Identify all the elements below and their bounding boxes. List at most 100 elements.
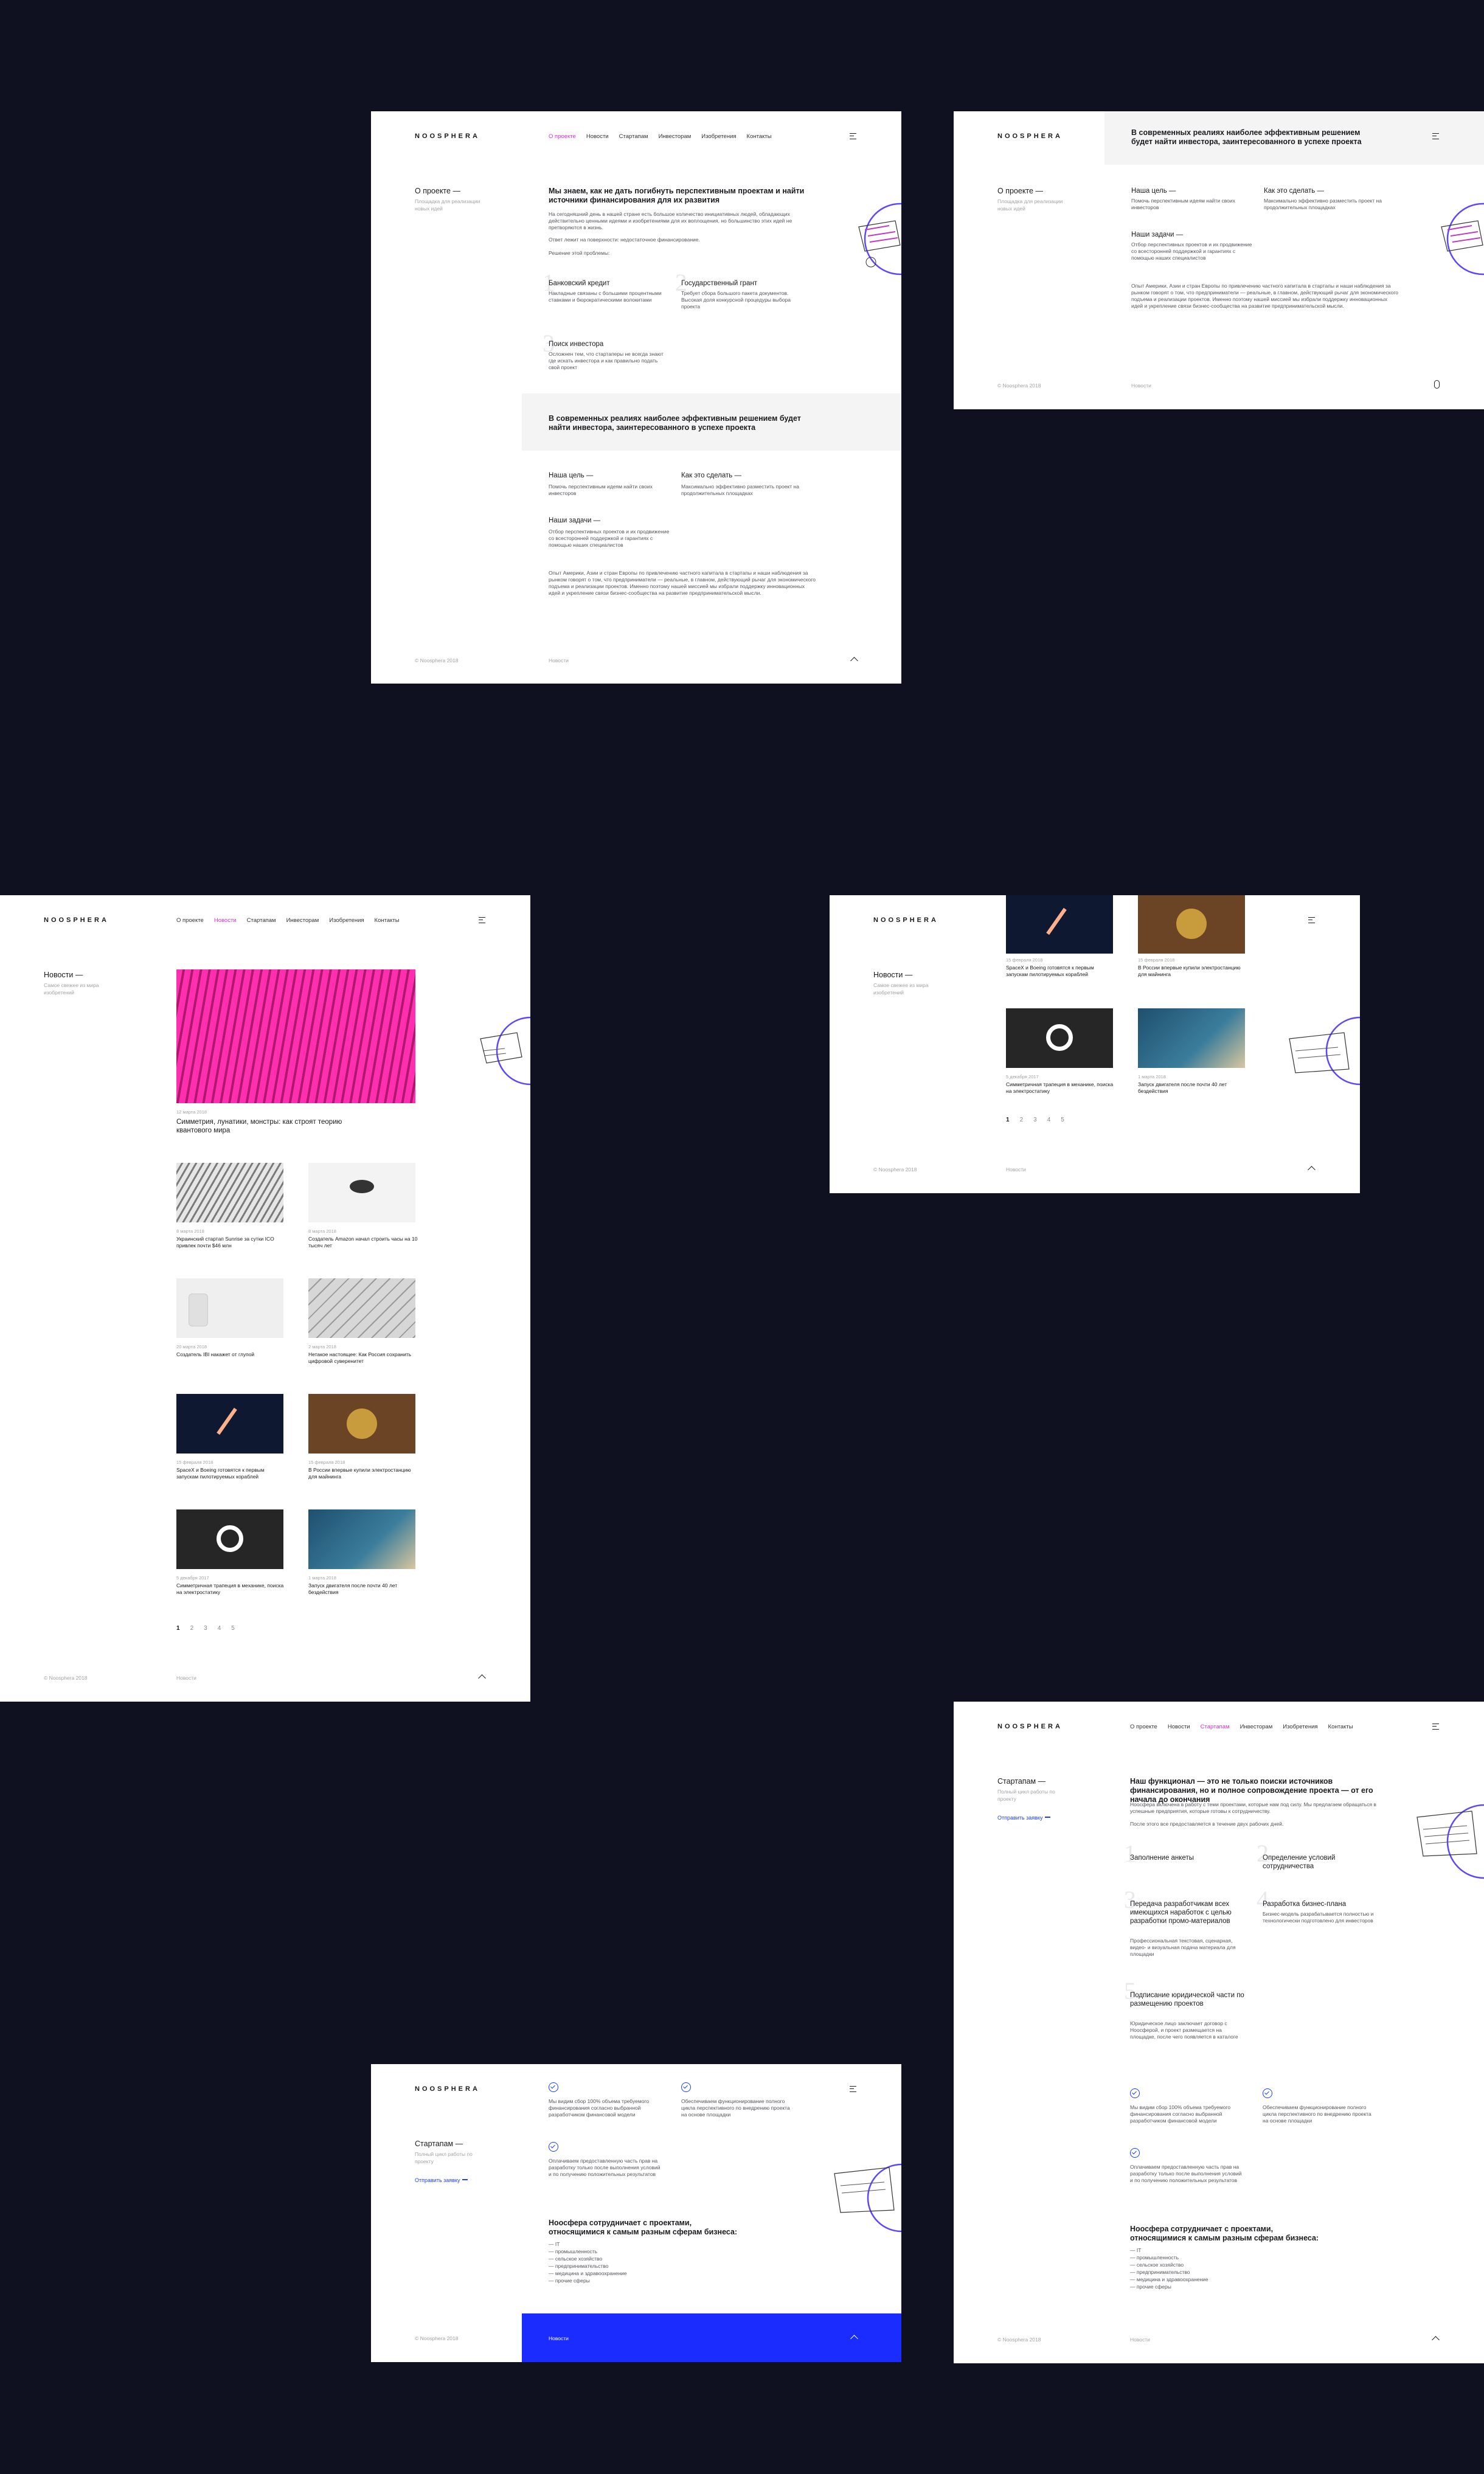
item-text: Накладные связаны с большими процентными… [549, 290, 662, 303]
page-link[interactable]: 5 [231, 1625, 235, 1632]
page-link[interactable]: 3 [204, 1625, 207, 1632]
nav-contacts[interactable]: Контакты [375, 917, 400, 924]
arrow-right-icon[interactable] [1045, 1817, 1050, 1818]
news-date: 1 марта 2018 [308, 1575, 336, 1581]
nav-inventions[interactable]: Изобретения [701, 133, 736, 140]
news-title[interactable]: Запуск двигателя после почти 40 лет безд… [1138, 1081, 1247, 1095]
pagination: 1 2 3 4 5 [1006, 1117, 1064, 1123]
news-image[interactable] [176, 1278, 283, 1338]
section-subtitle: Площадка для реализации новых идей [997, 198, 1063, 212]
footer-news-link[interactable]: Новости [549, 2335, 569, 2341]
mouse-scroll-icon[interactable] [1434, 380, 1440, 389]
nav-contacts[interactable]: Контакты [747, 133, 772, 140]
arrow-right-icon[interactable] [462, 2179, 468, 2180]
apply-link[interactable]: Отправить заявку [415, 2177, 460, 2183]
news-title[interactable]: В России впервые купили электростанцию д… [308, 1467, 418, 1480]
news-image[interactable] [1006, 895, 1113, 954]
section-title: Новости — [44, 971, 83, 979]
footer-news-link[interactable]: Новости [549, 657, 569, 664]
page-link[interactable]: 2 [190, 1625, 194, 1632]
nav-news[interactable]: Новости [214, 917, 237, 924]
scroll-up-icon[interactable] [478, 1674, 486, 1682]
tasks-title: Наши задачи — [549, 517, 601, 524]
page-link[interactable]: 2 [1020, 1117, 1024, 1123]
news-title[interactable]: Симметричная трапеция в механике, поиска… [176, 1582, 286, 1596]
logo[interactable]: NOOSPHERA [44, 916, 109, 924]
page-link[interactable]: 4 [1047, 1117, 1051, 1123]
list-item: — медицина и здравоохранение [1130, 2276, 1208, 2282]
check-icon [1263, 2088, 1272, 2098]
news-title[interactable]: SpaceX и Boeing готовятся к первым запус… [1006, 965, 1115, 978]
nav-investors[interactable]: Инвесторам [659, 133, 692, 140]
list-item: — прочие сферы [1130, 2284, 1171, 2290]
nav-investors[interactable]: Инвесторам [286, 917, 319, 924]
nav-startups[interactable]: Стартапам [1201, 1724, 1230, 1730]
news-image[interactable] [308, 1278, 415, 1338]
lead-text: Мы знаем, как не дать погибнуть перспект… [549, 187, 805, 204]
news-title[interactable]: Создатель Amazon начал строить часы на 1… [308, 1236, 418, 1249]
nav-inventions[interactable]: Изобретения [1283, 1724, 1317, 1730]
page-link[interactable]: 4 [218, 1625, 221, 1632]
news-image[interactable] [176, 1394, 283, 1454]
lead-text: Наш функционал — это не только поиски ис… [1130, 1777, 1373, 1804]
footer-news-link[interactable]: Новости [1131, 383, 1151, 389]
news-title[interactable]: SpaceX и Boeing готовятся к первым запус… [176, 1467, 286, 1480]
menu-icon[interactable] [850, 2086, 856, 2092]
nav-inventions[interactable]: Изобретения [329, 917, 364, 924]
logo[interactable]: NOOSPHERA [415, 2085, 480, 2093]
footer-news-link[interactable]: Новости [1130, 2337, 1150, 2343]
scroll-up-icon[interactable] [1308, 1166, 1316, 1174]
nav-news[interactable]: Новости [586, 133, 609, 140]
scroll-up-icon[interactable] [1432, 2336, 1440, 2344]
nav-startups[interactable]: Стартапам [619, 133, 648, 140]
paragraph: На сегодняшний день в нашей стране есть … [549, 211, 792, 230]
nav-about[interactable]: О проекте [1130, 1724, 1157, 1730]
nav-about[interactable]: О проекте [549, 133, 576, 140]
menu-icon[interactable] [1432, 133, 1439, 139]
news-title[interactable]: Запуск двигателя после почти 40 лет безд… [308, 1582, 418, 1596]
logo[interactable]: NOOSPHERA [415, 133, 480, 140]
list-item: — сельское хозяйство [549, 2256, 603, 2262]
menu-icon[interactable] [850, 133, 856, 139]
news-image[interactable] [308, 1509, 415, 1569]
news-title[interactable]: Украинский стартап Sunrise за сутки ICO … [176, 1236, 286, 1249]
logo[interactable]: NOOSPHERA [873, 916, 938, 924]
logo[interactable]: NOOSPHERA [997, 1723, 1063, 1730]
nav-news[interactable]: Новости [1168, 1724, 1190, 1730]
news-image[interactable] [176, 1509, 283, 1569]
nav-contacts[interactable]: Контакты [1328, 1724, 1353, 1730]
scroll-up-icon[interactable] [850, 657, 858, 665]
news-title[interactable]: В России впервые купили электростанцию д… [1138, 965, 1247, 978]
section-title: Стартапам — [997, 1777, 1046, 1786]
menu-icon[interactable] [1432, 1724, 1439, 1730]
feature-image[interactable] [176, 969, 415, 1103]
footer-news-link[interactable]: Новости [176, 1675, 196, 1681]
news-image[interactable] [176, 1163, 283, 1222]
news-title[interactable]: Нетакое настоящее: Как Россия сохранить … [308, 1351, 418, 1365]
news-image[interactable] [1138, 1008, 1245, 1068]
page-link[interactable]: 1 [1006, 1117, 1010, 1123]
news-title[interactable]: Создатель IBI накажет от глупой [176, 1351, 286, 1358]
nav-about[interactable]: О проекте [176, 917, 204, 924]
page-link[interactable]: 3 [1033, 1117, 1037, 1123]
spheres-list: — IT — промышленность — сельское хозяйст… [549, 2240, 627, 2284]
page-link[interactable]: 5 [1061, 1117, 1064, 1123]
closing-text: Опыт Америки, Азии и стран Европы по при… [549, 570, 816, 596]
machine-illustration [1416, 1804, 1484, 1879]
page-link[interactable]: 1 [176, 1625, 180, 1632]
footer-news-link[interactable]: Новости [1006, 1166, 1026, 1173]
news-image[interactable] [308, 1394, 415, 1454]
news-image[interactable] [1006, 1008, 1113, 1068]
feature-title[interactable]: Симметрия, лунатики, монстры: как строят… [176, 1118, 353, 1135]
tasks-text: Отбор перспективных проектов и их продви… [1131, 241, 1252, 261]
nav-investors[interactable]: Инвесторам [1240, 1724, 1273, 1730]
news-title[interactable]: Симметричная трапеция в механике, поиска… [1006, 1081, 1115, 1095]
news-image[interactable] [1138, 895, 1245, 954]
machine-illustration [1441, 203, 1484, 275]
nav-startups[interactable]: Стартапам [247, 917, 276, 924]
logo[interactable]: NOOSPHERA [997, 133, 1063, 140]
apply-link[interactable]: Отправить заявку [997, 1815, 1042, 1821]
menu-icon[interactable] [479, 917, 485, 923]
news-image[interactable] [308, 1163, 415, 1222]
menu-icon[interactable] [1308, 917, 1315, 923]
